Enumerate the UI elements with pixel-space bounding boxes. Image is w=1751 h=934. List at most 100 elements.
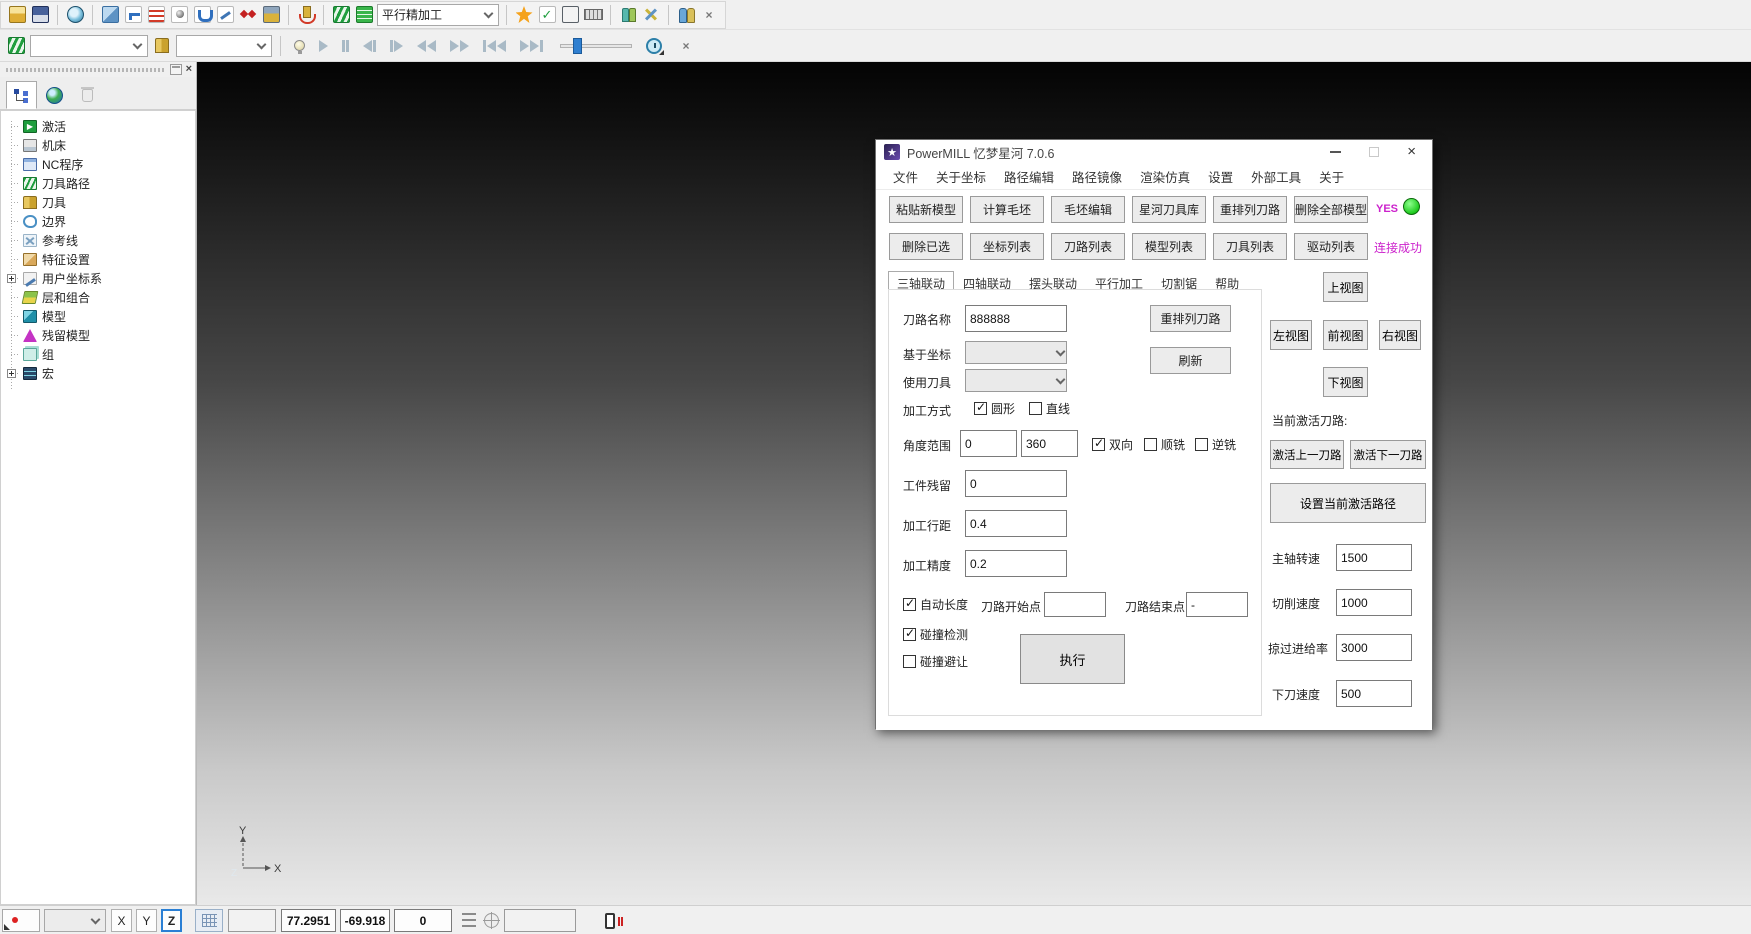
marker-button[interactable] xyxy=(2,909,40,932)
tool-check-icon[interactable]: ✓ xyxy=(537,5,557,25)
grid-button[interactable] xyxy=(195,909,223,932)
toolpath-green-icon[interactable] xyxy=(331,5,351,25)
clock-icon[interactable] xyxy=(644,36,664,56)
tree-item-toolpaths[interactable]: 刀具路径 xyxy=(1,174,195,193)
save-icon[interactable] xyxy=(30,5,50,25)
workplane-tool-icon[interactable] xyxy=(261,5,281,25)
stock-edit-button[interactable]: 毛坯编辑 xyxy=(1051,196,1125,223)
panel-restore-icon[interactable] xyxy=(170,64,182,75)
stepover-input[interactable] xyxy=(965,510,1067,537)
open-icon[interactable] xyxy=(7,5,27,25)
model-list-button[interactable]: 模型列表 xyxy=(1132,233,1206,260)
panel-close-icon[interactable]: × xyxy=(186,64,192,75)
minimize-icon[interactable] xyxy=(1330,151,1341,153)
plunge-feed-input[interactable] xyxy=(1336,680,1412,707)
cutting-feed-input[interactable] xyxy=(1336,589,1412,616)
clipboard-icon[interactable] xyxy=(600,909,620,932)
view-left-button[interactable]: 左视图 xyxy=(1270,320,1312,350)
expander-icon[interactable] xyxy=(7,274,16,283)
fast-forward-icon[interactable] xyxy=(445,34,474,58)
tool-library-button[interactable]: 星河刀具库 xyxy=(1132,196,1206,223)
tree-item-boundaries[interactable]: 边界 xyxy=(1,212,195,231)
coord-select[interactable] xyxy=(965,341,1067,364)
toolpath-tool-icon[interactable] xyxy=(169,5,189,25)
refresh-button[interactable]: 刷新 xyxy=(1150,347,1231,374)
delete-all-models-button[interactable]: 删除全部模型 xyxy=(1294,196,1368,223)
climb-checkbox[interactable]: 顺铣 xyxy=(1144,436,1185,453)
dialog-titlebar[interactable]: ★ PowerMILL 忆梦星河 7.0.6 × xyxy=(876,140,1432,164)
menu-about[interactable]: 关于 xyxy=(1310,167,1353,186)
tab-web[interactable] xyxy=(39,81,70,109)
toolbox-star-icon[interactable] xyxy=(514,5,534,25)
menu-coords[interactable]: 关于坐标 xyxy=(927,167,995,186)
mirror-tools-icon[interactable] xyxy=(618,5,638,25)
toolpath-select[interactable] xyxy=(30,35,148,57)
expander-icon[interactable] xyxy=(7,369,16,378)
drive-list-button[interactable]: 驱动列表 xyxy=(1294,233,1368,260)
menu-render-sim[interactable]: 渲染仿真 xyxy=(1131,167,1199,186)
strategy-combobox[interactable]: 平行精加工 xyxy=(377,4,499,26)
axis-x-button[interactable]: X xyxy=(111,909,132,932)
tool-list-button[interactable]: 刀具列表 xyxy=(1213,233,1287,260)
boundary-icon[interactable] xyxy=(192,5,212,25)
compute-stock-button[interactable]: 计算毛坯 xyxy=(970,196,1044,223)
tree-item-patterns[interactable]: 参考线 xyxy=(1,231,195,250)
tree-item-activate[interactable]: ▶激活 xyxy=(1,117,195,136)
collision-check-checkbox[interactable]: 碰撞检测 xyxy=(903,626,968,643)
tree-item-feature-sets[interactable]: 特征设置 xyxy=(1,250,195,269)
tree-item-models[interactable]: 模型 xyxy=(1,307,195,326)
cylinder-pair-icon[interactable] xyxy=(676,5,696,25)
activate-prev-toolpath-button[interactable]: 激活上一刀路 xyxy=(1270,440,1344,469)
tree-item-macros[interactable]: 宏 xyxy=(1,364,195,383)
reorder-button[interactable]: 重排列刀路 xyxy=(1150,305,1231,332)
conventional-checkbox[interactable]: 逆铣 xyxy=(1195,436,1236,453)
tree-item-stock-models[interactable]: 残留模型 xyxy=(1,326,195,345)
rewind-icon[interactable] xyxy=(412,34,441,58)
view-right-button[interactable]: 右视图 xyxy=(1379,320,1421,350)
tab-recycle[interactable] xyxy=(72,81,103,109)
feature-set-icon[interactable] xyxy=(238,5,258,25)
sim-toolbar-close-icon[interactable]: × xyxy=(676,36,696,56)
tool-select[interactable] xyxy=(176,35,272,57)
tool-select-icon[interactable] xyxy=(152,36,172,56)
xyz-list-icon[interactable] xyxy=(460,909,478,932)
tab-explorer-tree[interactable] xyxy=(6,81,37,109)
auto-length-checkbox[interactable]: 自动长度 xyxy=(903,596,968,613)
coord-z-field[interactable]: 0 xyxy=(394,909,452,932)
cross-tools-icon[interactable] xyxy=(641,5,661,25)
tree-item-levels-sets[interactable]: 层和组合 xyxy=(1,288,195,307)
reorder-toolpaths-button[interactable]: 重排列刀路 xyxy=(1213,196,1287,223)
view-bottom-button[interactable]: 下视图 xyxy=(1323,367,1368,397)
toolpath-name-input[interactable] xyxy=(965,305,1067,332)
toolpath-list-button[interactable]: 刀路列表 xyxy=(1051,233,1125,260)
print-preview-icon[interactable] xyxy=(65,5,85,25)
menu-file[interactable]: 文件 xyxy=(884,167,927,186)
menu-path-edit[interactable]: 路径编辑 xyxy=(995,167,1063,186)
tree-item-tools[interactable]: 刀具 xyxy=(1,193,195,212)
go-end-icon[interactable] xyxy=(515,34,548,58)
toolpath-green-icon[interactable] xyxy=(6,36,26,56)
start-point-input[interactable] xyxy=(1044,592,1106,617)
tree-item-nc-programs[interactable]: NC程序 xyxy=(1,155,195,174)
toolbar-close-icon[interactable]: × xyxy=(699,5,719,25)
menu-path-mirror[interactable]: 路径镜像 xyxy=(1063,167,1131,186)
menu-settings[interactable]: 设置 xyxy=(1199,167,1242,186)
strategy-list-icon[interactable] xyxy=(354,5,374,25)
stock-allowance-input[interactable] xyxy=(965,470,1067,497)
bidirectional-checkbox[interactable]: 双向 xyxy=(1092,436,1133,453)
mode-line-checkbox[interactable]: 直线 xyxy=(1029,400,1070,417)
close-icon[interactable]: × xyxy=(1407,145,1416,159)
tool-select[interactable] xyxy=(965,369,1067,392)
angle-from-input[interactable] xyxy=(960,430,1017,457)
locate-icon[interactable] xyxy=(482,909,500,932)
paste-new-model-button[interactable]: 粘贴新模型 xyxy=(889,196,963,223)
coord-x-field[interactable]: 77.2951 xyxy=(281,909,336,932)
coord-list-button[interactable]: 坐标列表 xyxy=(970,233,1044,260)
viewport-canvas[interactable]: Y X Z ★ PowerMILL 忆梦星河 7.0.6 × xyxy=(197,62,1751,905)
end-point-input[interactable] xyxy=(1186,592,1248,617)
speed-slider[interactable] xyxy=(560,44,632,48)
angle-to-input[interactable] xyxy=(1021,430,1078,457)
item-dropdown[interactable] xyxy=(44,909,106,932)
panel-grip[interactable] xyxy=(6,68,166,72)
tool-arc-icon[interactable] xyxy=(296,5,316,25)
